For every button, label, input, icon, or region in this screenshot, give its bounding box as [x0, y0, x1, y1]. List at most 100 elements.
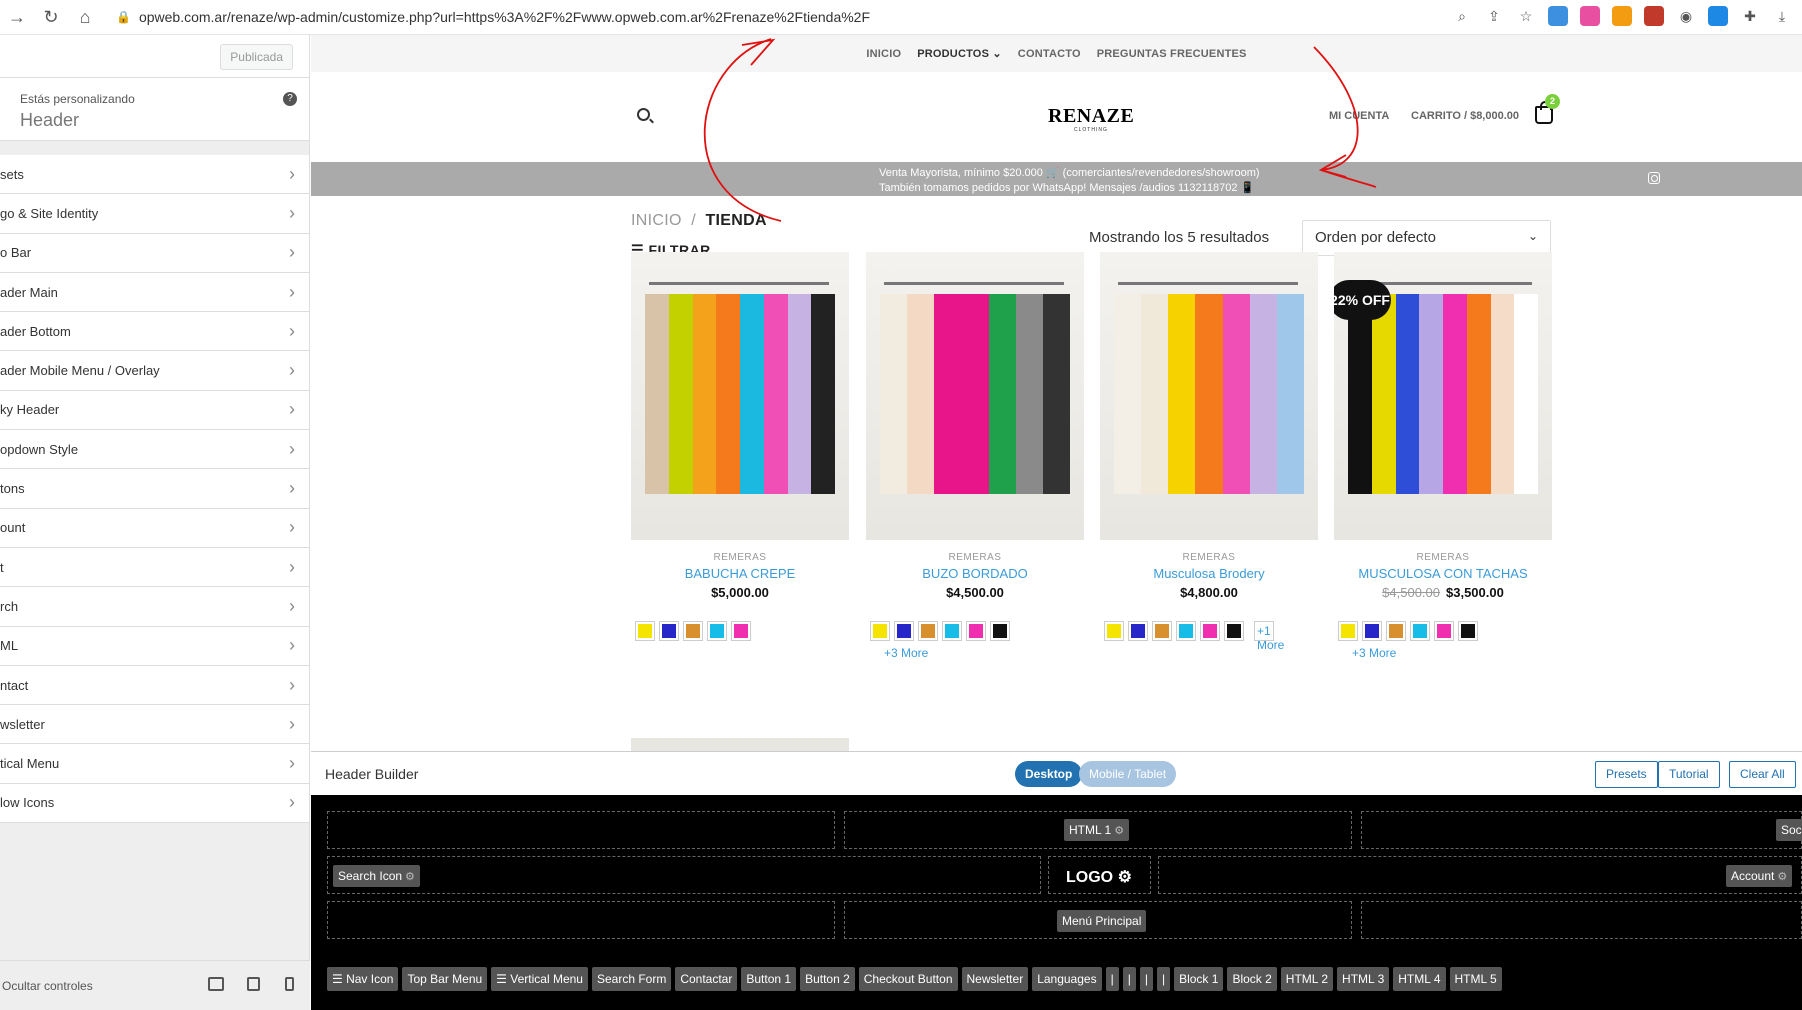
- tray-element[interactable]: |: [1105, 967, 1119, 991]
- product-name[interactable]: MUSCULOSA CON TACHAS: [1334, 566, 1552, 581]
- builder-drop-zone[interactable]: [1158, 856, 1802, 894]
- color-swatch[interactable]: [918, 621, 938, 641]
- product-card[interactable]: 22% OFF REMERAS MUSCULOSA CON TACHAS $4,…: [1334, 252, 1552, 660]
- search-icon-element[interactable]: Search Icon ⚙: [333, 865, 420, 887]
- color-swatch[interactable]: [942, 621, 962, 641]
- desktop-preview-icon[interactable]: [208, 977, 224, 991]
- menu-item[interactable]: low Icons ›: [0, 784, 309, 824]
- home-icon[interactable]: ⌂: [68, 7, 102, 28]
- product-name[interactable]: Musculosa Brodery: [1100, 566, 1318, 581]
- color-swatch[interactable]: [1386, 621, 1406, 641]
- nav-faq[interactable]: PREGUNTAS FRECUENTES: [1097, 48, 1247, 60]
- breadcrumb-home[interactable]: INICIO: [631, 212, 682, 229]
- mobile-preview-icon[interactable]: [285, 977, 294, 991]
- color-swatch[interactable]: [1224, 621, 1244, 641]
- color-swatch[interactable]: [1362, 621, 1382, 641]
- forward-icon[interactable]: →: [0, 7, 34, 28]
- extension-icon[interactable]: [1548, 6, 1568, 26]
- tray-element[interactable]: Button 2: [800, 967, 855, 991]
- color-swatch[interactable]: [1434, 621, 1454, 641]
- color-swatch[interactable]: [990, 621, 1010, 641]
- tray-element[interactable]: HTML 2: [1280, 967, 1334, 991]
- builder-drop-zone[interactable]: [1361, 901, 1802, 939]
- menu-item[interactable]: tons ›: [0, 469, 309, 509]
- tray-element[interactable]: |: [1156, 967, 1171, 991]
- menu-item[interactable]: wsletter ›: [0, 705, 309, 745]
- color-swatch[interactable]: [870, 621, 890, 641]
- tray-element[interactable]: HTML 3: [1337, 967, 1390, 991]
- main-menu-element[interactable]: Menú Principal: [1057, 910, 1147, 932]
- tray-element[interactable]: |: [1122, 967, 1136, 991]
- zoom-icon[interactable]: ⌕: [1452, 6, 1472, 26]
- color-swatch[interactable]: [1338, 621, 1358, 641]
- share-icon[interactable]: ⇪: [1484, 6, 1504, 26]
- product-name[interactable]: BABUCHA CREPE: [631, 566, 849, 581]
- extension-icon[interactable]: [1580, 6, 1600, 26]
- menu-item[interactable]: ader Mobile Menu / Overlay ›: [0, 351, 309, 391]
- tablet-preview-icon[interactable]: [247, 977, 260, 991]
- tray-element[interactable]: Button 1: [741, 967, 797, 991]
- star-icon[interactable]: ☆: [1516, 6, 1536, 26]
- gear-icon[interactable]: ⚙: [405, 871, 415, 883]
- tray-element[interactable]: Newsletter: [961, 967, 1029, 991]
- gear-icon[interactable]: ⚙: [1118, 869, 1132, 886]
- menu-item[interactable]: opdown Style ›: [0, 430, 309, 470]
- tray-element[interactable]: |: [1139, 967, 1153, 991]
- logo-element[interactable]: LOGO ⚙: [1066, 867, 1132, 887]
- color-swatch[interactable]: [683, 621, 703, 641]
- builder-drop-zone[interactable]: [327, 811, 835, 849]
- extension-icon[interactable]: [1644, 6, 1664, 26]
- builder-drop-zone[interactable]: [327, 856, 1041, 894]
- menu-item[interactable]: ML ›: [0, 627, 309, 666]
- tray-element[interactable]: Block 1: [1174, 967, 1224, 991]
- sort-select[interactable]: Orden por defecto ⌄: [1302, 220, 1551, 256]
- product-card[interactable]: REMERAS BABUCHA CREPE $5,000.00: [631, 252, 849, 641]
- product-card[interactable]: REMERAS BUZO BORDADO $4,500.00 +3 More: [866, 252, 1084, 660]
- tray-element[interactable]: Contactar: [675, 967, 738, 991]
- hide-controls-button[interactable]: Ocultar controles: [2, 979, 93, 993]
- mobile-tablet-tab[interactable]: Mobile / Tablet: [1079, 761, 1177, 787]
- color-swatch[interactable]: [894, 621, 914, 641]
- menu-item[interactable]: ntact ›: [0, 666, 309, 706]
- next-product-image[interactable]: [631, 738, 849, 751]
- builder-drop-zone[interactable]: [1361, 811, 1802, 849]
- color-swatch[interactable]: [1128, 621, 1148, 641]
- tray-element[interactable]: Top Bar Menu: [402, 967, 488, 991]
- menu-item[interactable]: ky Header ›: [0, 391, 309, 431]
- camera-icon[interactable]: ◉: [1676, 6, 1696, 26]
- desktop-tab[interactable]: Desktop: [1015, 761, 1083, 787]
- tray-element[interactable]: HTML 4: [1393, 967, 1446, 991]
- search-icon[interactable]: [637, 108, 650, 121]
- menu-item[interactable]: ader Main ›: [0, 273, 309, 313]
- puzzle-icon[interactable]: ✚: [1740, 6, 1760, 26]
- site-logo[interactable]: RENAZE: [1048, 105, 1134, 128]
- tutorial-button[interactable]: Tutorial: [1658, 761, 1720, 788]
- builder-drop-zone[interactable]: [327, 901, 835, 939]
- help-icon[interactable]: ?: [283, 92, 297, 106]
- product-image[interactable]: 22% OFF: [1334, 252, 1552, 540]
- gear-icon[interactable]: ⚙: [1777, 871, 1787, 883]
- reload-icon[interactable]: ↻: [34, 7, 68, 28]
- nav-inicio[interactable]: INICIO: [866, 48, 901, 60]
- gear-icon[interactable]: ⚙: [1114, 825, 1124, 837]
- account-link[interactable]: MI CUENTA: [1329, 110, 1389, 122]
- more-colors-link[interactable]: +1 More: [1254, 621, 1284, 652]
- more-colors-link[interactable]: +3 More: [1334, 646, 1552, 660]
- product-image[interactable]: [631, 252, 849, 540]
- extension-icon[interactable]: [1708, 6, 1728, 26]
- address-bar[interactable]: 🔒 opweb.com.ar/renaze/wp-admin/customize…: [116, 9, 870, 25]
- color-swatch[interactable]: [1410, 621, 1430, 641]
- color-swatch[interactable]: [707, 621, 727, 641]
- extension-icon[interactable]: [1612, 6, 1632, 26]
- menu-item[interactable]: rch ›: [0, 587, 309, 627]
- tray-element[interactable]: Block 2: [1227, 967, 1277, 991]
- instagram-icon[interactable]: [1648, 172, 1660, 184]
- tray-element[interactable]: Languages: [1032, 967, 1102, 991]
- tray-element[interactable]: Checkout Button: [858, 967, 958, 991]
- color-swatch[interactable]: [1458, 621, 1478, 641]
- color-swatch[interactable]: [1176, 621, 1196, 641]
- more-colors-link[interactable]: +3 More: [866, 646, 1084, 660]
- color-swatch[interactable]: [1152, 621, 1172, 641]
- menu-item[interactable]: go & Site Identity ›: [0, 194, 309, 234]
- account-element[interactable]: Account ⚙: [1726, 865, 1793, 887]
